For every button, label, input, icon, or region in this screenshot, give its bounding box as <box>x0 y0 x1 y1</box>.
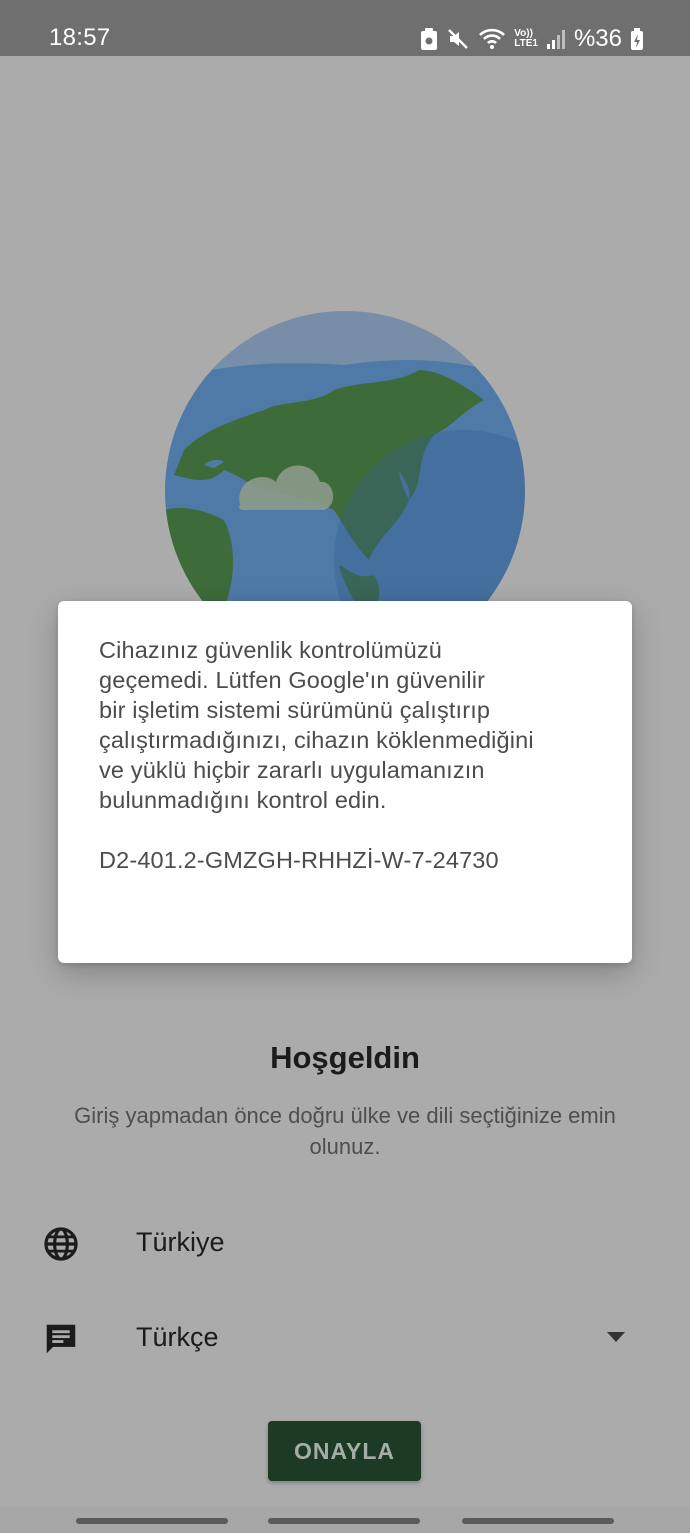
signal-icon <box>546 28 566 50</box>
globe-icon <box>42 1225 80 1263</box>
battery-icon <box>630 27 644 51</box>
country-label: Türkiye <box>136 1227 225 1257</box>
security-error-dialog: Cihazınız güvenlik kontrolümüzü geçemedi… <box>58 601 632 963</box>
lte-label-bottom: LTE1 <box>514 38 538 49</box>
status-icons: Vo)) LTE1 %36 <box>420 24 644 54</box>
lte-icon: Vo)) LTE1 <box>514 29 538 49</box>
chevron-down-icon[interactable] <box>605 1330 627 1344</box>
error-code: D2-401.2-GMZGH-RHHZİ-W-7-24730 <box>99 847 499 873</box>
confirm-button[interactable]: ONAYLA <box>268 1421 421 1481</box>
welcome-title: Hoşgeldin <box>270 1040 420 1075</box>
nav-recents-button[interactable] <box>76 1518 228 1524</box>
wifi-icon <box>478 28 506 50</box>
nav-home-button[interactable] <box>268 1518 420 1524</box>
status-time: 18:57 <box>49 24 111 51</box>
mute-icon <box>446 27 470 51</box>
nav-back-button[interactable] <box>462 1518 614 1524</box>
navigation-bar <box>0 1507 690 1533</box>
language-selector[interactable]: Türkçe <box>0 1310 690 1370</box>
dialog-message: Cihazınız güvenlik kontrolümüzü geçemedi… <box>99 637 534 813</box>
status-bar: 18:57 Vo)) LTE1 %36 <box>0 0 690 56</box>
country-selector[interactable]: Türkiye <box>0 1215 690 1275</box>
battery-percent: %36 <box>573 25 622 52</box>
screenshot-icon <box>420 27 438 51</box>
welcome-subtitle: Giriş yapmadan önce doğru ülke ve dili s… <box>74 1103 616 1159</box>
message-icon <box>42 1320 80 1358</box>
language-label: Türkçe <box>136 1322 219 1352</box>
